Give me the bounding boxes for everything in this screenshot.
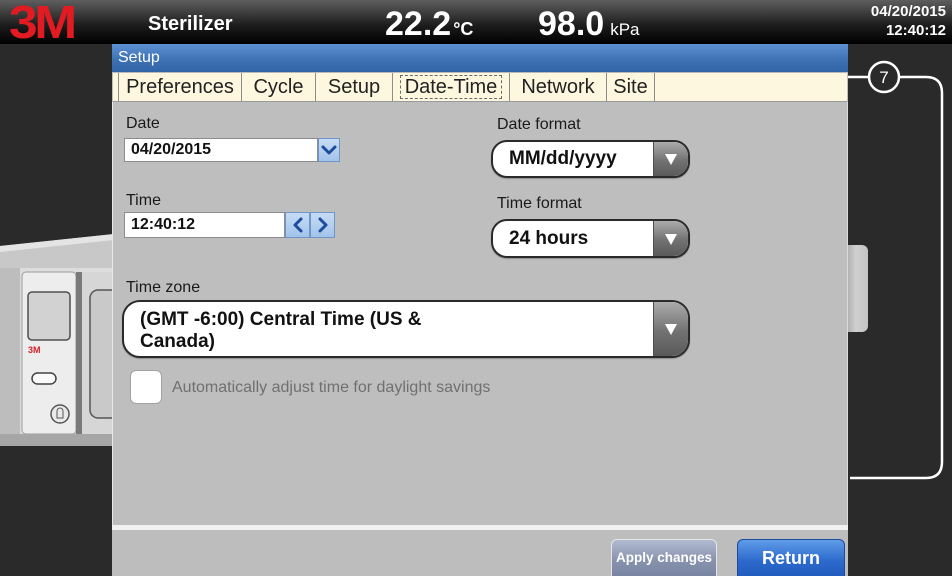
apply-changes-button[interactable]: Apply changes	[611, 539, 717, 576]
date-format-value: MM/dd/yyyy	[509, 148, 617, 169]
time-format-value: 24 hours	[509, 227, 589, 249]
triangle-down-icon	[665, 324, 677, 335]
triangle-down-icon	[665, 233, 677, 245]
date-time-panel: Date 04/20/2015 Time 12:40:12 Date forma…	[112, 102, 848, 525]
dropdown-arrow	[653, 302, 688, 356]
temperature-value: 22.2	[385, 5, 452, 43]
time-label: Time	[126, 192, 161, 209]
sterilizer-illustration: 3M	[0, 234, 114, 446]
time-zone-value: (GMT -6:00) Central Time (US & Canada)	[140, 309, 422, 352]
dialog-footer: Apply changes Return	[112, 530, 848, 576]
display-window	[27, 291, 71, 341]
dialog-title-bar: Setup	[112, 44, 848, 72]
tab-label: Preferences	[126, 76, 234, 98]
temperature-unit: °C	[453, 19, 474, 39]
time-increment-button[interactable]	[310, 212, 335, 238]
callout-number: 7	[879, 68, 888, 87]
tab-setup[interactable]: Setup	[315, 73, 392, 101]
time-format-label: Time format	[497, 195, 582, 212]
date-picker-button[interactable]	[318, 138, 340, 162]
callout-marker	[867, 60, 901, 94]
date-field[interactable]: 04/20/2015	[124, 138, 318, 162]
chevron-left-icon	[293, 217, 302, 233]
time-zone-label: Time zone	[126, 279, 201, 296]
tab-date-time[interactable]: Date-Time	[392, 73, 509, 101]
temperature-reading: 22.2 °C	[385, 6, 473, 49]
pressure-reading: 98.0 kPa	[538, 6, 639, 49]
date-format-label: Date format	[497, 116, 581, 133]
tab-preferences[interactable]: Preferences	[118, 73, 241, 101]
dialog-title: Setup	[118, 49, 160, 66]
dst-checkbox-label: Automatically adjust time for daylight s…	[172, 379, 491, 396]
triangle-down-icon	[665, 154, 677, 165]
tab-site[interactable]: Site	[606, 73, 655, 101]
header-date: 04/20/2015	[870, 3, 946, 20]
dropdown-arrow	[653, 221, 688, 256]
return-button[interactable]: Return	[737, 539, 845, 576]
tab-cycle[interactable]: Cycle	[241, 73, 315, 101]
printer-slot	[31, 372, 57, 385]
tab-label: Cycle	[253, 76, 304, 98]
chevron-down-icon	[321, 145, 337, 155]
date-format-select[interactable]: MM/dd/yyyy	[491, 140, 690, 178]
device-title: Sterilizer	[148, 13, 233, 35]
tab-label: Network	[521, 76, 595, 98]
setup-dialog: Setup Preferences Cycle Setup Date-Time …	[112, 44, 848, 576]
date-label: Date	[126, 115, 160, 132]
dropdown-arrow	[653, 142, 688, 176]
time-decrement-button[interactable]	[285, 212, 310, 238]
tab-label: Date-Time	[399, 75, 503, 99]
tab-label: Site	[613, 76, 648, 98]
time-format-select[interactable]: 24 hours	[491, 219, 690, 258]
pressure-value: 98.0	[538, 5, 605, 43]
dst-checkbox[interactable]	[130, 370, 162, 404]
brand-logo: 3M	[9, 0, 77, 48]
time-zone-select[interactable]: (GMT -6:00) Central Time (US & Canada)	[122, 300, 690, 358]
tab-label: Setup	[327, 76, 381, 98]
time-field[interactable]: 12:40:12	[124, 212, 285, 238]
header-time: 12:40:12	[885, 22, 946, 39]
chevron-right-icon	[318, 217, 327, 233]
tab-strip: Preferences Cycle Setup Date-Time Networ…	[113, 72, 847, 102]
sterilizer-side-panel	[846, 245, 868, 332]
tab-network[interactable]: Network	[509, 73, 606, 101]
status-header: 3M Sterilizer 22.2 °C 98.0 kPa 04/20/2015 …	[0, 0, 952, 48]
pressure-unit: kPa	[610, 20, 640, 39]
machine-logo: 3M	[28, 345, 41, 355]
